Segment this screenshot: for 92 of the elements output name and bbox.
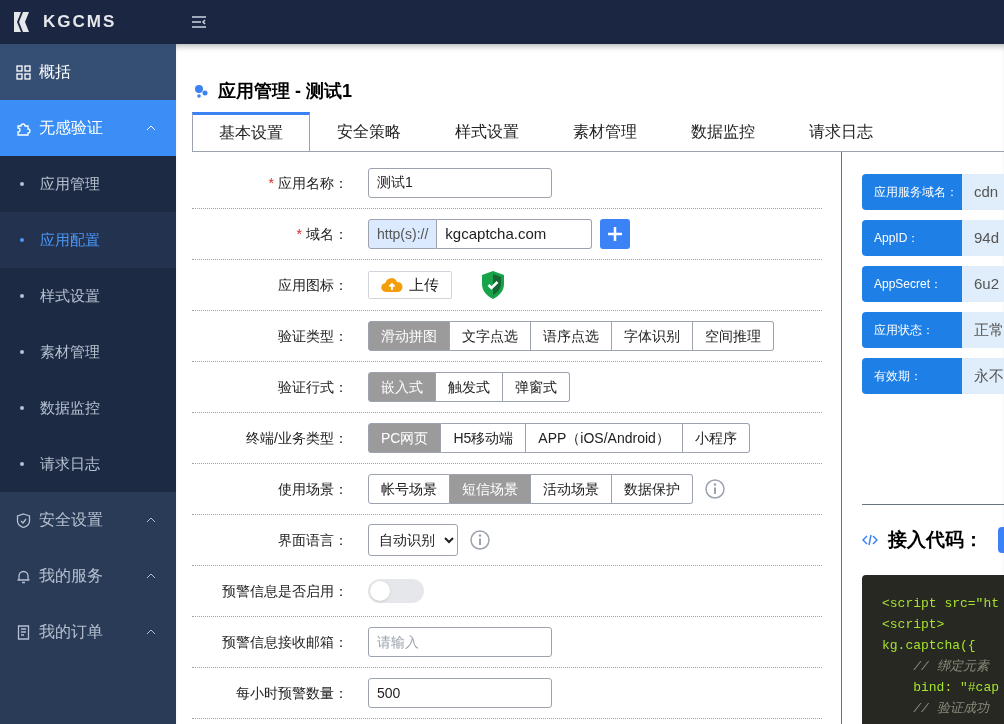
field-label: 预警信息是否启用： bbox=[222, 581, 348, 601]
option-button[interactable]: H5移动端 bbox=[441, 423, 527, 453]
code-line: <script> bbox=[882, 616, 946, 634]
info-value: 永不 bbox=[962, 358, 1004, 394]
chevron-up-icon[interactable] bbox=[146, 517, 156, 523]
field-label: 域名： bbox=[306, 224, 348, 244]
info-label: 有效期： bbox=[862, 358, 962, 394]
sidebar-item[interactable]: 安全设置 bbox=[0, 492, 176, 548]
code-icon bbox=[862, 534, 878, 546]
option-button[interactable]: 文字点选 bbox=[450, 321, 531, 351]
bullet-icon bbox=[20, 238, 24, 242]
sidebar-item[interactable]: 我的服务 bbox=[0, 548, 176, 604]
option-button[interactable]: 小程序 bbox=[682, 423, 750, 453]
sidebar-subitem[interactable]: 素材管理 bbox=[0, 324, 176, 380]
shield-check-icon bbox=[480, 270, 506, 300]
code-comment: // 绑定元素 bbox=[912, 658, 991, 676]
input-field[interactable]: 测试1 bbox=[368, 168, 552, 198]
menu-collapse-icon[interactable] bbox=[192, 16, 206, 28]
upload-button[interactable]: 上传 bbox=[368, 271, 452, 299]
option-button[interactable]: 弹窗式 bbox=[503, 372, 570, 402]
grid-icon bbox=[16, 64, 31, 80]
copy-button[interactable] bbox=[998, 527, 1004, 553]
field-label: 使用场景： bbox=[278, 479, 348, 499]
field-label: 界面语言： bbox=[278, 530, 348, 550]
info-label: 应用状态： bbox=[862, 312, 962, 348]
bullet-icon bbox=[20, 406, 24, 410]
option-button[interactable]: 字体识别 bbox=[612, 321, 693, 351]
field-label: 应用图标： bbox=[278, 275, 348, 295]
url-prefix: http(s):// bbox=[368, 219, 438, 249]
tab[interactable]: 数据监控 bbox=[664, 112, 782, 151]
info-label: 应用服务域名： bbox=[862, 174, 962, 210]
field-label: 应用名称： bbox=[278, 173, 348, 193]
page-title: 应用管理 - 测试1 bbox=[218, 79, 352, 103]
upload-cloud-icon bbox=[381, 277, 403, 293]
field-label: 验证行式： bbox=[278, 377, 348, 397]
tab[interactable]: 样式设置 bbox=[428, 112, 546, 151]
input-field[interactable]: 请输入 bbox=[368, 627, 552, 657]
tab[interactable]: 请求日志 bbox=[782, 112, 900, 151]
field-label: 验证类型： bbox=[278, 326, 348, 346]
option-button[interactable]: 触发式 bbox=[436, 372, 503, 402]
receipt-icon bbox=[16, 624, 31, 640]
puzzle-icon bbox=[16, 120, 31, 136]
input-field[interactable]: kgcaptcha.com bbox=[437, 219, 592, 249]
tab[interactable]: 安全策略 bbox=[310, 112, 428, 151]
section-title: 接入代码： bbox=[888, 527, 983, 552]
option-button[interactable]: 帐号场景 bbox=[368, 474, 450, 504]
info-value: cdn bbox=[962, 174, 1004, 210]
toggle-switch[interactable] bbox=[368, 579, 424, 603]
brand-name: KGCMS bbox=[43, 11, 117, 34]
option-button[interactable]: 语序点选 bbox=[531, 321, 612, 351]
bell-icon bbox=[16, 568, 31, 584]
select-field[interactable]: 自动识别 bbox=[368, 524, 458, 556]
code-line: <script src="ht bbox=[882, 595, 1001, 613]
info-icon[interactable] bbox=[470, 530, 490, 550]
field-label: 预警信息接收邮箱： bbox=[222, 632, 348, 652]
code-comment: // 验证成功 bbox=[912, 700, 991, 718]
sidebar-subitem[interactable]: 数据监控 bbox=[0, 380, 176, 436]
chevron-up-icon[interactable] bbox=[146, 573, 156, 579]
bullet-icon bbox=[20, 182, 24, 186]
chevron-up-icon[interactable] bbox=[146, 629, 156, 635]
option-button[interactable]: 活动场景 bbox=[531, 474, 612, 504]
sidebar-subitem[interactable]: 应用配置 bbox=[0, 212, 176, 268]
sidebar-subitem[interactable]: 应用管理 bbox=[0, 156, 176, 212]
info-label: AppSecret： bbox=[862, 266, 962, 302]
info-value: 94d bbox=[962, 220, 1004, 256]
info-icon[interactable] bbox=[705, 479, 725, 499]
sidebar-item[interactable]: 我的订单 bbox=[0, 604, 176, 660]
option-button[interactable]: APP（iOS/Android） bbox=[526, 423, 683, 453]
required-mark: * bbox=[268, 173, 274, 193]
tab[interactable]: 素材管理 bbox=[546, 112, 664, 151]
sidebar-subitem[interactable]: 样式设置 bbox=[0, 268, 176, 324]
code-line: kg.captcha({ bbox=[882, 637, 977, 655]
sidebar-subitem[interactable]: 请求日志 bbox=[0, 436, 176, 492]
bullet-icon bbox=[20, 294, 24, 298]
shield-icon bbox=[16, 512, 31, 528]
info-label: AppID： bbox=[862, 220, 962, 256]
option-button[interactable]: 数据保护 bbox=[612, 474, 693, 504]
tab[interactable]: 基本设置 bbox=[192, 112, 310, 151]
option-button[interactable]: 空间推理 bbox=[693, 321, 774, 351]
input-field[interactable]: 500 bbox=[368, 678, 552, 708]
field-label: 每小时预警数量： bbox=[236, 683, 348, 703]
dots-icon bbox=[194, 84, 208, 98]
code-line: bind: "#cap bbox=[912, 679, 1001, 697]
required-mark: * bbox=[296, 224, 302, 244]
info-value: 正常 bbox=[962, 312, 1004, 348]
plus-icon bbox=[608, 227, 622, 241]
sidebar-item[interactable]: 概括 bbox=[0, 44, 176, 100]
bullet-icon bbox=[20, 462, 24, 466]
info-value: 6u2 bbox=[962, 266, 1004, 302]
bullet-icon bbox=[20, 350, 24, 354]
add-button[interactable] bbox=[600, 219, 630, 249]
field-label: 终端/业务类型： bbox=[246, 428, 348, 448]
